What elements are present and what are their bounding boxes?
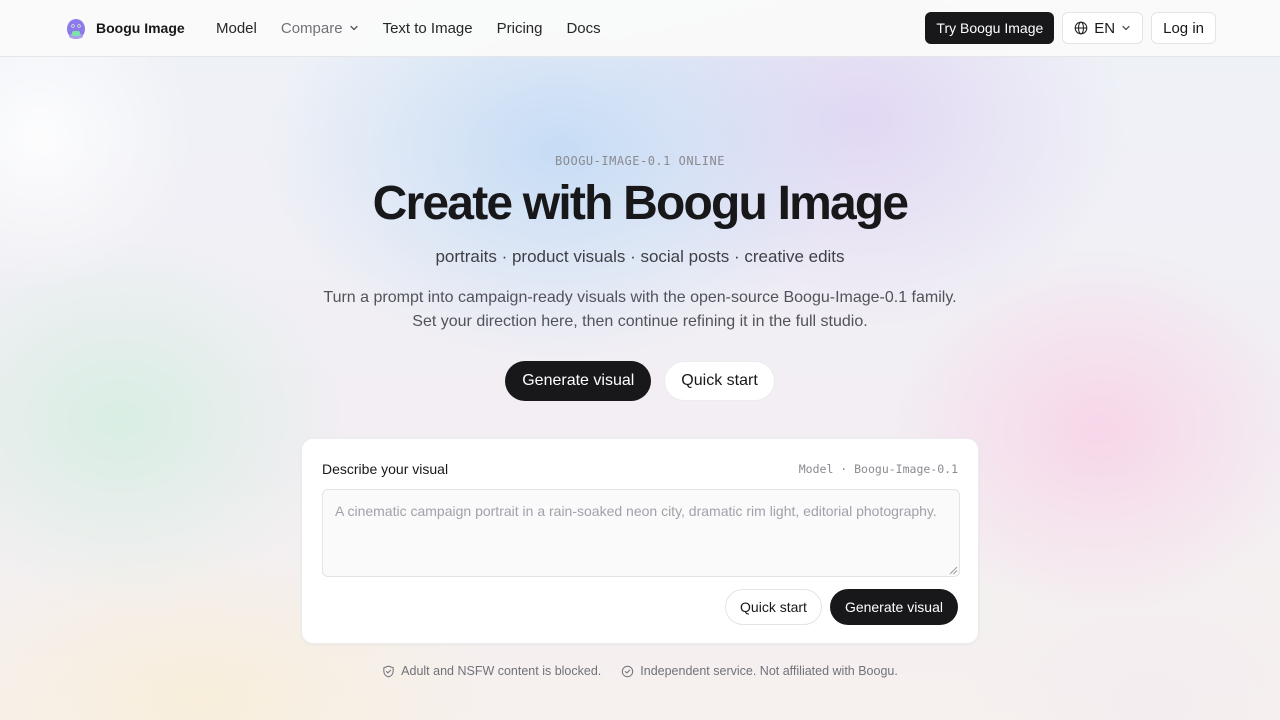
header-actions: Try Boogu Image EN Log in — [925, 12, 1216, 44]
nav-docs-label: Docs — [566, 19, 601, 37]
nav-text-to-image-label: Text to Image — [382, 19, 473, 37]
composer-model-label: Model · Boogu-Image-0.1 — [798, 462, 958, 476]
globe-icon — [1074, 21, 1088, 35]
composer-actions: Quick start Generate visual — [725, 589, 958, 625]
nav-docs[interactable]: Docs — [566, 20, 600, 37]
language-selector[interactable]: EN — [1062, 12, 1144, 44]
composer-label: Describe your visual — [322, 461, 449, 477]
hero-description: Turn a prompt into campaign-ready visual… — [323, 289, 957, 330]
language-label: EN — [1094, 19, 1116, 37]
hero-actions: Generate visual Quick start — [0, 361, 1280, 401]
nav-pricing-label: Pricing — [496, 19, 543, 37]
nav-model[interactable]: Model — [216, 20, 257, 37]
main-nav: Model Compare Text to Image Pricing Docs — [216, 0, 625, 56]
circle-check-icon — [622, 665, 634, 677]
nav-model-label: Model — [216, 19, 257, 37]
brand-link[interactable]: Boogu Image — [64, 16, 185, 40]
purple-mascot-icon — [67, 19, 85, 39]
chevron-down-icon — [1122, 25, 1130, 31]
prompt-input[interactable] — [322, 489, 960, 577]
page-title: Create with Boogu Image — [372, 177, 909, 230]
footnote-independent: Independent service. Not affiliated with… — [621, 664, 898, 678]
composer-generate-visual-button[interactable]: Generate visual — [829, 589, 958, 625]
quick-start-button[interactable]: Quick start — [664, 361, 775, 401]
brand-name: Boogu Image — [96, 20, 185, 36]
generate-visual-button[interactable]: Generate visual — [505, 361, 652, 401]
chevron-down-icon — [349, 25, 358, 31]
hero-tags: portraits · product visuals · social pos… — [435, 247, 845, 266]
nav-compare-label: Compare — [280, 19, 343, 37]
footnote-nsfw: Adult and NSFW content is blocked. — [382, 664, 601, 678]
composer-quick-start-button[interactable]: Quick start — [725, 589, 822, 625]
footnotes: Adult and NSFW content is blocked. Indep… — [0, 664, 1280, 678]
hero-eyebrow: BOOGU-IMAGE-0.1 ONLINE — [555, 154, 725, 168]
log-in-button[interactable]: Log in — [1151, 12, 1216, 44]
footnote-independent-text: Independent service. Not affiliated with… — [640, 664, 898, 678]
prompt-composer-card: Describe your visual Model · Boogu-Image… — [301, 438, 979, 644]
try-boogu-image-button[interactable]: Try Boogu Image — [925, 12, 1055, 44]
nav-pricing[interactable]: Pricing — [497, 20, 543, 37]
resize-handle-icon[interactable] — [948, 565, 958, 575]
nav-text-to-image[interactable]: Text to Image — [383, 20, 473, 37]
top-navbar: Boogu Image Model Compare Text to Image … — [0, 0, 1280, 57]
footnote-nsfw-text: Adult and NSFW content is blocked. — [401, 664, 602, 678]
shield-check-icon — [383, 665, 394, 677]
nav-compare[interactable]: Compare — [281, 20, 359, 37]
